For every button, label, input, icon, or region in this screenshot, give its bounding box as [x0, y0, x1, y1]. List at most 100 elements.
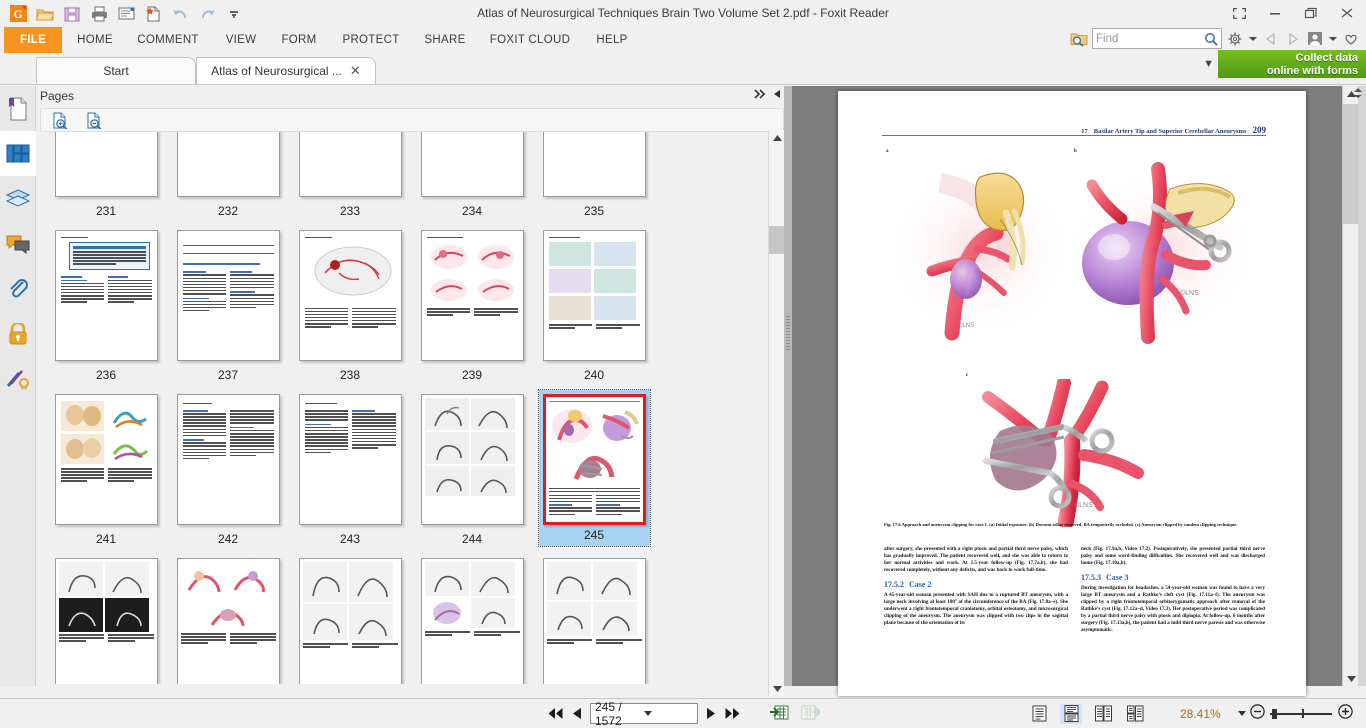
- previous-page-icon[interactable]: [572, 707, 582, 720]
- triangle-right-icon[interactable]: [1284, 29, 1302, 49]
- list-item[interactable]: 249: [411, 554, 533, 684]
- viewer-scroll-down-icon[interactable]: [1343, 670, 1359, 686]
- thumbnail-page-250[interactable]: [542, 558, 646, 684]
- list-item[interactable]: 238: [289, 226, 411, 382]
- skip-to-last-icon[interactable]: [724, 707, 740, 720]
- list-item[interactable]: 234: [411, 132, 533, 218]
- scroll-up-icon[interactable]: [769, 130, 785, 146]
- scrollbar-thumb[interactable]: [769, 226, 785, 254]
- list-item[interactable]: 239: [411, 226, 533, 382]
- thumbnail-page-248[interactable]: [298, 558, 402, 684]
- panel-splitter[interactable]: [784, 86, 792, 686]
- list-item[interactable]: 233: [289, 132, 411, 218]
- sidebar-item-bookmarks[interactable]: [0, 86, 36, 131]
- list-item[interactable]: 248: [289, 554, 411, 684]
- sidebar-item-pages[interactable]: [0, 131, 36, 176]
- facing-page-view-button[interactable]: [1092, 704, 1114, 724]
- thumbnail-page-243[interactable]: [298, 394, 402, 525]
- list-item[interactable]: 231: [45, 132, 167, 218]
- zoom-slider-track[interactable]: [1270, 712, 1332, 715]
- thumbnail-page-249[interactable]: [420, 558, 524, 684]
- single-page-view-button[interactable]: [1028, 704, 1050, 724]
- minus-circle-icon[interactable]: [1250, 703, 1265, 724]
- restore-icon[interactable]: [1300, 3, 1322, 23]
- sidebar-item-signatures[interactable]: [0, 356, 36, 401]
- close-tab-icon[interactable]: ✕: [350, 63, 361, 79]
- thumbnail-page-246[interactable]: [54, 558, 158, 684]
- tab-protect[interactable]: PROTECT: [334, 27, 408, 53]
- zoom-slider-handle[interactable]: [1272, 708, 1277, 719]
- chevron-down-icon[interactable]: [644, 709, 693, 718]
- heart-icon[interactable]: [1342, 29, 1360, 49]
- sidebar-item-layers[interactable]: [0, 176, 36, 221]
- viewer-scrollbar-thumb[interactable]: [1343, 104, 1359, 224]
- page-number-input[interactable]: 245 / 1572: [590, 700, 698, 728]
- facing-continuous-view-button[interactable]: [1124, 704, 1146, 724]
- thumbnail-page-238[interactable]: [298, 230, 402, 361]
- list-item[interactable]: 232: [167, 132, 289, 218]
- thumbnail-page-242[interactable]: [176, 394, 280, 525]
- list-item[interactable]: 237: [167, 226, 289, 382]
- gear-icon[interactable]: [1226, 29, 1244, 49]
- triangle-left-icon[interactable]: [1262, 29, 1280, 49]
- thumbnail-scrollbar[interactable]: [768, 130, 785, 696]
- thumbnail-page-240[interactable]: [542, 230, 646, 361]
- plus-circle-icon[interactable]: [1338, 703, 1353, 724]
- collapse-panel-icon[interactable]: [772, 89, 782, 102]
- tab-home[interactable]: HOME: [68, 27, 122, 53]
- thumbnail-page-234[interactable]: [420, 132, 524, 197]
- list-item[interactable]: 247: [167, 554, 289, 684]
- next-page-icon[interactable]: [706, 707, 716, 720]
- list-item[interactable]: 250: [533, 554, 655, 684]
- search-folder-icon[interactable]: [1070, 29, 1088, 49]
- extract-pages-icon[interactable]: [801, 703, 822, 725]
- thumbnail-page-236[interactable]: [54, 230, 158, 361]
- double-chevron-right-icon[interactable]: [754, 89, 766, 102]
- continuous-scroll-view-button[interactable]: [1060, 703, 1082, 724]
- close-icon[interactable]: [1336, 3, 1358, 23]
- chevron-down-icon[interactable]: [1248, 29, 1258, 49]
- list-item[interactable]: 243: [289, 390, 411, 546]
- tab-form[interactable]: FORM: [272, 27, 326, 53]
- minimize-icon[interactable]: [1264, 3, 1286, 23]
- page-zoom-out-icon[interactable]: [83, 110, 103, 130]
- insert-pages-icon[interactable]: [770, 703, 789, 725]
- thumbnail-page-231[interactable]: [54, 132, 158, 197]
- scroll-down-icon[interactable]: [769, 680, 785, 696]
- thumbnail-page-235[interactable]: [542, 132, 646, 197]
- document-viewer[interactable]: 17 Basilar Artery Tip and Superior Cereb…: [792, 86, 1359, 696]
- list-item[interactable]: 246: [45, 554, 167, 684]
- thumbnail-page-244[interactable]: [420, 394, 524, 525]
- collect-data-banner[interactable]: Collect data online with forms: [1218, 50, 1366, 78]
- thumbnail-page-237[interactable]: [176, 230, 280, 361]
- list-item[interactable]: 242: [167, 390, 289, 546]
- list-item[interactable]: 244: [411, 390, 533, 546]
- fullscreen-icon[interactable]: [1228, 3, 1250, 23]
- search-input[interactable]: Find: [1092, 28, 1222, 49]
- tab-foxit-cloud[interactable]: FOXIT CLOUD: [480, 27, 580, 53]
- skip-to-first-icon[interactable]: [548, 707, 564, 720]
- tab-start[interactable]: Start: [36, 57, 196, 84]
- thumbnail-page-245[interactable]: [542, 394, 646, 525]
- tab-share[interactable]: SHARE: [416, 27, 474, 53]
- user-avatar-icon[interactable]: [1306, 29, 1324, 49]
- thumbnail-grid[interactable]: 231 232 233 234 235 236 237 238 239 240 …: [40, 132, 784, 684]
- ribbon-options-caret-icon[interactable]: ▼: [1203, 58, 1214, 70]
- tab-atlas-document[interactable]: Atlas of Neurosurgical ... ✕: [196, 57, 376, 84]
- chevron-down-icon[interactable]: [1328, 29, 1338, 49]
- tab-file[interactable]: FILE: [4, 27, 62, 53]
- chevron-down-icon[interactable]: [1238, 709, 1246, 718]
- list-item[interactable]: 236: [45, 226, 167, 382]
- sidebar-item-attachments[interactable]: [0, 266, 36, 311]
- thumbnail-page-232[interactable]: [176, 132, 280, 197]
- thumbnail-page-233[interactable]: [298, 132, 402, 197]
- list-item[interactable]: 241: [45, 390, 167, 546]
- list-item[interactable]: 235: [533, 132, 655, 218]
- viewer-scrollbar[interactable]: [1342, 86, 1359, 686]
- thumbnail-page-241[interactable]: [54, 394, 158, 525]
- tab-help[interactable]: HELP: [588, 27, 636, 53]
- page-zoom-in-icon[interactable]: [49, 110, 69, 130]
- tab-view[interactable]: VIEW: [216, 27, 266, 53]
- list-item[interactable]: 240: [533, 226, 655, 382]
- sidebar-item-security[interactable]: [0, 311, 36, 356]
